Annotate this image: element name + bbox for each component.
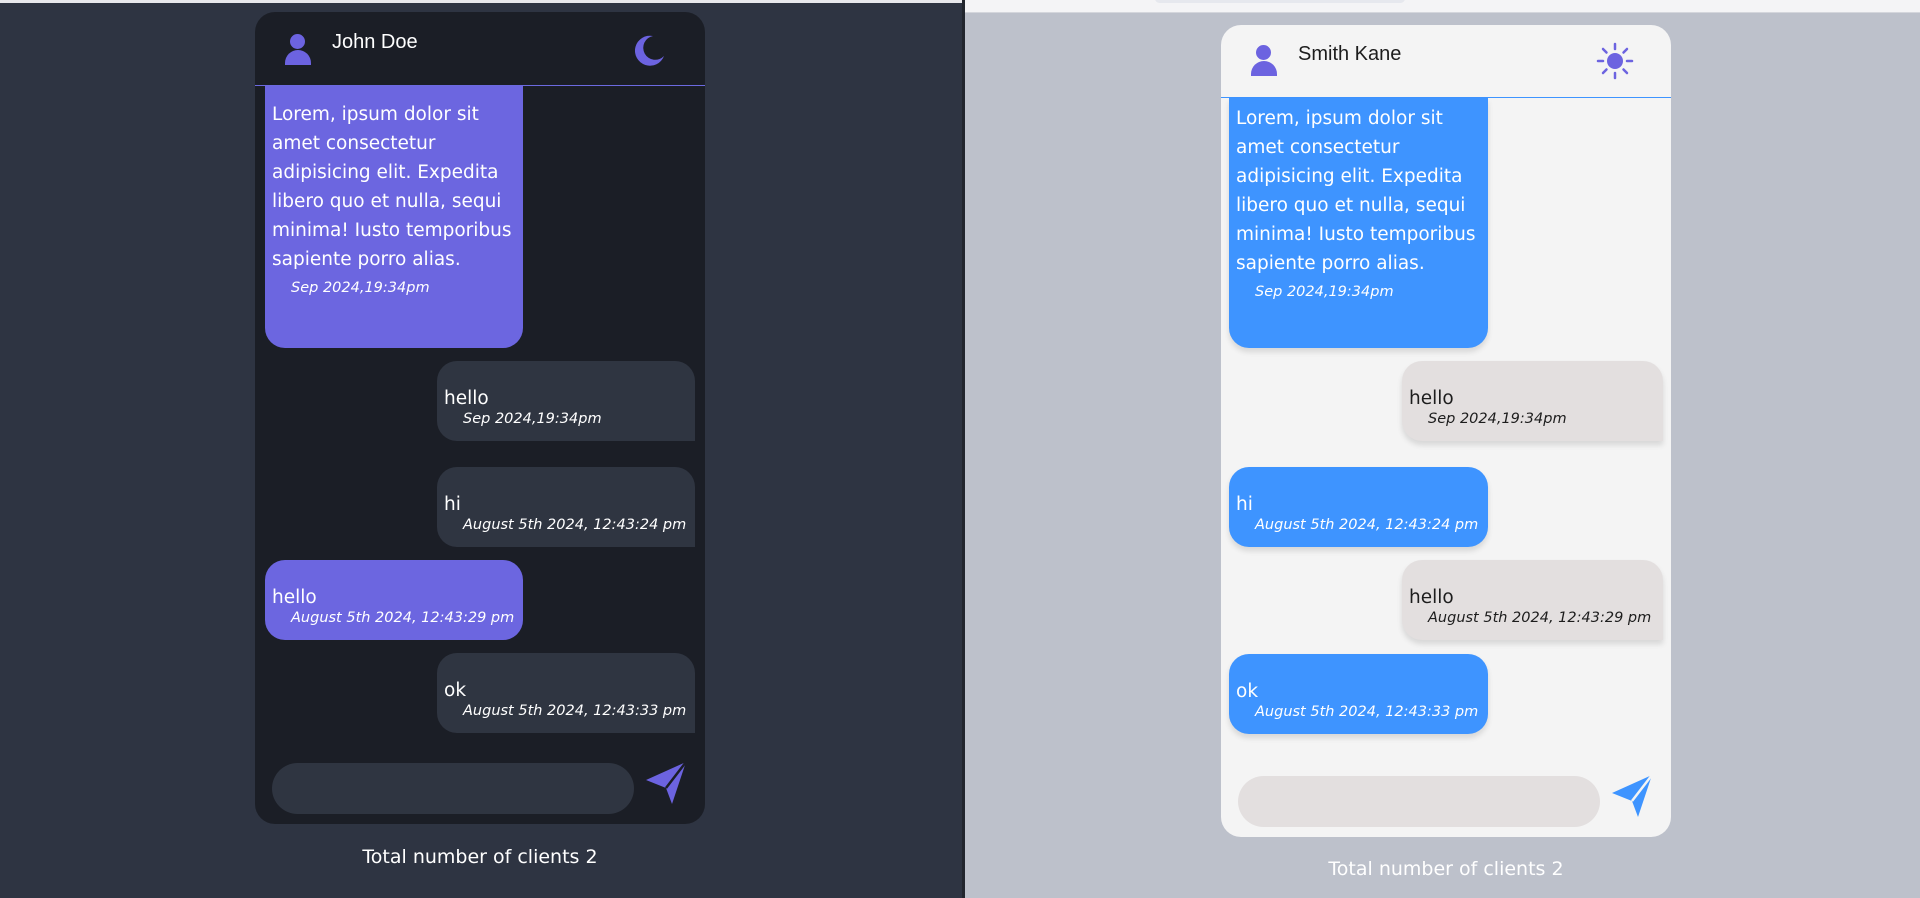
message-timestamp: August 5th 2024, 12:43:33 pm xyxy=(1255,704,1479,720)
message-text: hello xyxy=(444,388,489,409)
client-count-label: Total number of clients 2 xyxy=(362,846,598,868)
message-timestamp: August 5th 2024, 12:43:24 pm xyxy=(463,517,687,533)
send-icon[interactable] xyxy=(1608,771,1658,821)
message-text: Lorem, ipsum dolor sit amet consectetur … xyxy=(1236,108,1476,274)
message-incoming: hello August 5th 2024, 12:43:29 pm xyxy=(265,560,523,640)
user-avatar-icon xyxy=(283,34,313,68)
message-text: ok xyxy=(444,680,467,701)
client-count-label: Total number of clients 2 xyxy=(1328,858,1564,880)
message-timestamp: Sep 2024,19:34pm xyxy=(291,280,430,296)
message-outgoing: hello Sep 2024,19:34pm xyxy=(1402,361,1663,441)
message-input[interactable] xyxy=(1238,776,1600,827)
message-timestamp: Sep 2024,19:34pm xyxy=(1428,411,1567,427)
moon-icon[interactable] xyxy=(629,30,669,70)
message-outgoing: hello August 5th 2024, 12:43:29 pm xyxy=(1402,560,1663,640)
chat-card-light: Smith Kane Lorem, ipsum dolor sit amet c… xyxy=(1221,25,1671,837)
message-input[interactable] xyxy=(272,763,634,814)
message-timestamp: Sep 2024,19:34pm xyxy=(1255,284,1394,300)
message-incoming: hi August 5th 2024, 12:43:24 pm xyxy=(1229,467,1488,547)
message-outgoing: hi August 5th 2024, 12:43:24 pm xyxy=(437,467,695,547)
message-incoming: Lorem, ipsum dolor sit amet consectetur … xyxy=(1229,98,1488,348)
user-avatar-icon xyxy=(1249,45,1279,79)
message-timestamp: August 5th 2024, 12:43:33 pm xyxy=(463,703,687,719)
message-text: hi xyxy=(1236,494,1253,515)
message-text: hello xyxy=(272,587,317,608)
message-text: Lorem, ipsum dolor sit amet consectetur … xyxy=(272,104,512,270)
message-timestamp: August 5th 2024, 12:43:29 pm xyxy=(291,610,515,626)
chat-header: Smith Kane xyxy=(1221,25,1671,98)
sun-icon[interactable] xyxy=(1595,41,1635,81)
message-incoming: ok August 5th 2024, 12:43:33 pm xyxy=(1229,654,1488,734)
chat-user-name: John Doe xyxy=(332,31,418,53)
chat-header: John Doe xyxy=(255,12,705,86)
message-incoming: Lorem, ipsum dolor sit amet consectetur … xyxy=(265,86,523,348)
message-timestamp: August 5th 2024, 12:43:29 pm xyxy=(1428,610,1652,626)
message-outgoing: ok August 5th 2024, 12:43:33 pm xyxy=(437,653,695,733)
chat-card-dark: John Doe Lorem, ipsum dolor sit amet con… xyxy=(255,12,705,824)
message-text: hello xyxy=(1409,587,1454,608)
message-text: ok xyxy=(1236,681,1259,702)
chat-user-name: Smith Kane xyxy=(1298,43,1402,65)
message-text: hi xyxy=(444,494,461,515)
send-icon[interactable] xyxy=(642,758,692,808)
message-text: hello xyxy=(1409,388,1454,409)
message-timestamp: August 5th 2024, 12:43:24 pm xyxy=(1255,517,1479,533)
browser-strip xyxy=(965,0,1920,13)
message-timestamp: Sep 2024,19:34pm xyxy=(463,411,602,427)
message-outgoing: hello Sep 2024,19:34pm xyxy=(437,361,695,441)
